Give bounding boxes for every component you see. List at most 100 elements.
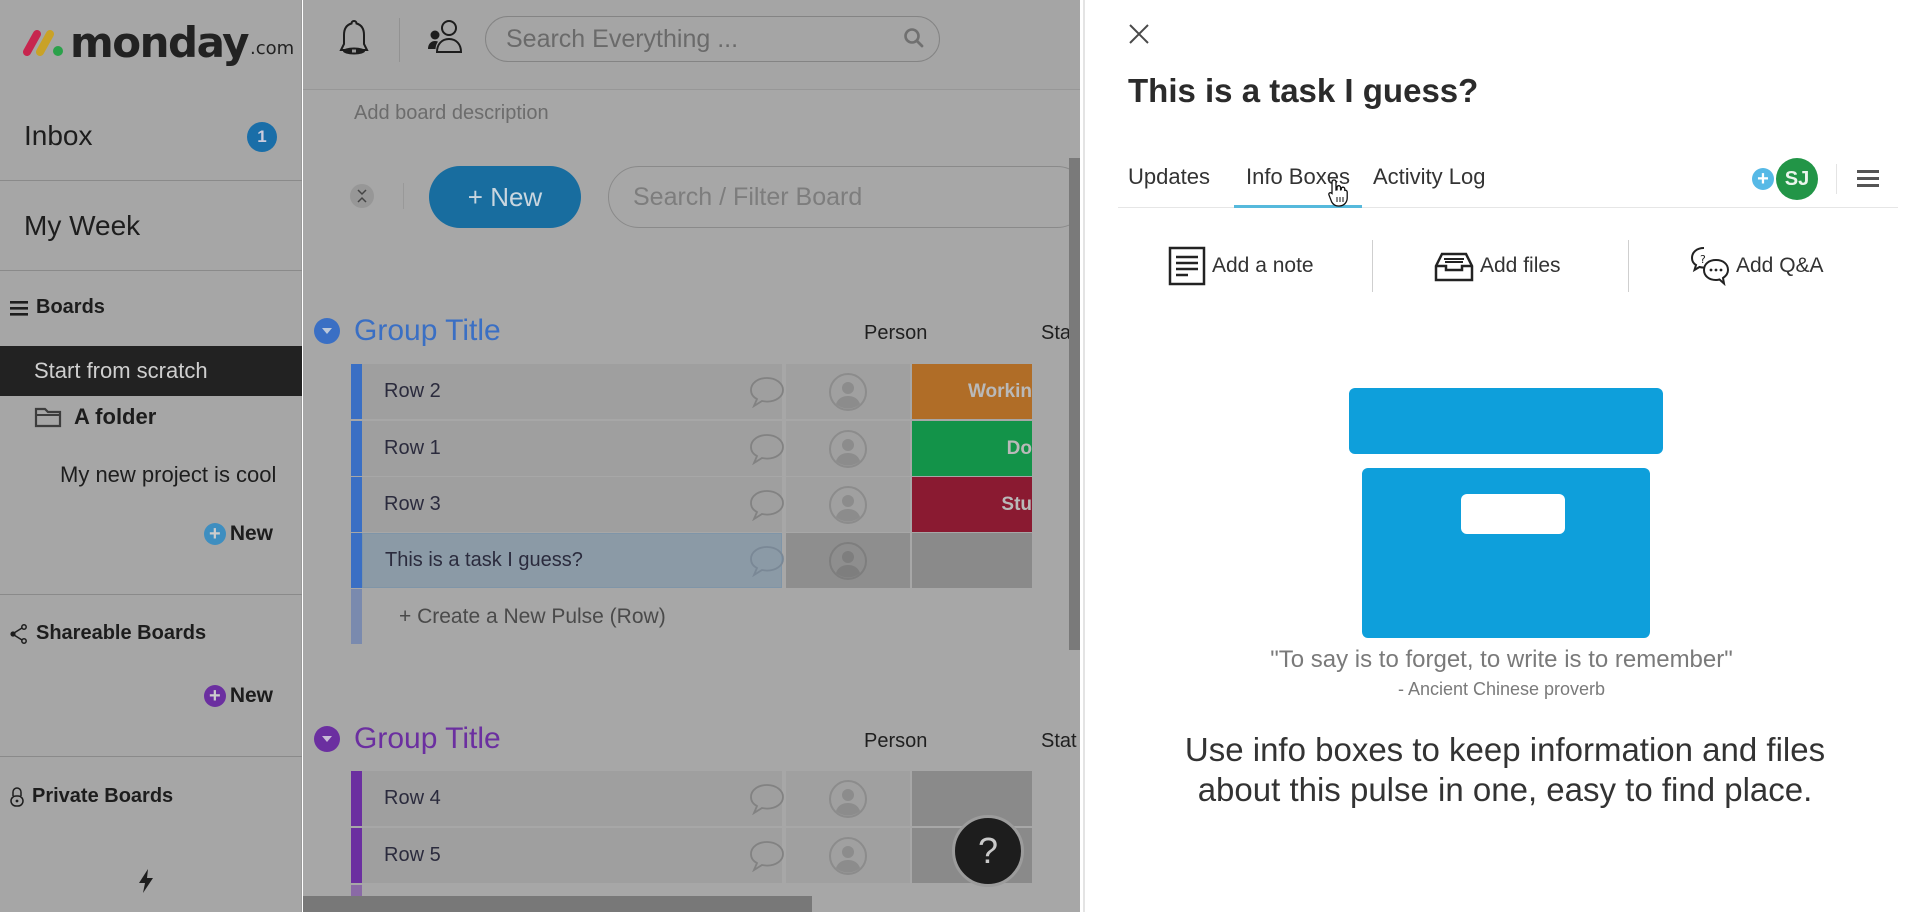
start-from-scratch-button[interactable]: Start from scratch <box>0 346 302 396</box>
row-color-bar <box>351 828 362 883</box>
inbox-label: Inbox <box>24 120 93 151</box>
row-name-cell[interactable]: Row 4 <box>362 771 782 826</box>
status-cell[interactable]: Do <box>912 421 1032 476</box>
collapse-groups-button[interactable] <box>350 184 374 208</box>
close-icon[interactable] <box>1127 22 1151 51</box>
sidebar-board-link[interactable]: My new project is cool <box>60 462 276 488</box>
row-name-cell[interactable]: Row 2 <box>362 364 782 419</box>
person-cell[interactable] <box>786 533 910 588</box>
logo-wordmark: monday <box>70 17 250 67</box>
filter-board-placeholder: Search / Filter Board <box>633 182 863 211</box>
panel-header-divider <box>1836 164 1837 194</box>
row-name-cell[interactable]: Row 1 <box>362 421 782 476</box>
group-title[interactable]: Group Title <box>354 722 501 756</box>
table-row[interactable]: Row 1 Do <box>351 421 1080 476</box>
search-everything-input[interactable]: Search Everything ... <box>485 16 940 62</box>
person-cell[interactable] <box>786 828 910 883</box>
private-boards-header[interactable]: Private Boards <box>10 785 173 808</box>
person-cell[interactable] <box>786 364 910 419</box>
add-files-button[interactable]: Add files <box>1434 238 1561 294</box>
chat-bubble-icon[interactable] <box>749 783 785 820</box>
filter-board-input[interactable]: Search / Filter Board <box>608 166 1080 228</box>
row-name-cell[interactable]: This is a task I guess? <box>362 533 782 588</box>
hamburger-menu-icon[interactable] <box>1857 168 1879 193</box>
sidebar-folder[interactable]: A folder <box>34 404 156 430</box>
plus-circle-icon: + <box>203 523 226 545</box>
chat-bubble-icon[interactable] <box>749 489 785 526</box>
quote-attribution: - Ancient Chinese proverb <box>1397 679 1606 699</box>
create-pulse-row[interactable]: + Create a New Pulse (Row) <box>351 589 931 644</box>
archive-box-illustration <box>1343 388 1663 643</box>
row-name-cell[interactable]: Row 3 <box>362 477 782 532</box>
row-name: Row 3 <box>384 493 441 515</box>
row-color-bar <box>351 364 362 419</box>
column-header-person[interactable]: Person <box>864 730 927 753</box>
search-icon[interactable] <box>903 27 925 56</box>
subscriber-avatar[interactable]: SJ <box>1776 158 1818 200</box>
horizontal-scrollbar[interactable] <box>303 896 812 912</box>
help-button[interactable]: ? <box>952 815 1024 887</box>
action-divider <box>1628 240 1629 292</box>
vertical-scrollbar[interactable] <box>1069 158 1080 650</box>
group-collapse-caret-icon[interactable] <box>314 318 340 344</box>
sidebar-divider <box>0 594 302 595</box>
status-cell[interactable] <box>912 533 1032 588</box>
top-bar: Search Everything ... <box>303 0 1080 90</box>
row-color-bar <box>351 477 362 532</box>
add-note-button[interactable]: Add a note <box>1168 238 1314 294</box>
person-cell[interactable] <box>786 421 910 476</box>
row-name-cell[interactable]: Row 5 <box>362 828 782 883</box>
board-description-input[interactable]: Add board description <box>354 102 549 125</box>
sidebar-item-my-week[interactable]: My Week <box>0 182 302 271</box>
group-title[interactable]: Group Title <box>354 314 501 348</box>
row-name: Row 1 <box>384 437 441 459</box>
monday-logo[interactable]: monday .com <box>22 17 295 67</box>
logo-suffix: .com <box>250 37 295 59</box>
shareable-boards-header[interactable]: Shareable Boards <box>10 622 206 645</box>
status-cell[interactable]: Workin <box>912 364 1032 419</box>
people-icon[interactable] <box>425 18 465 63</box>
chat-bubble-icon[interactable] <box>749 376 785 413</box>
private-boards-label: Private Boards <box>32 785 174 807</box>
info-boxes-description: Use info boxes to keep information and f… <box>1184 731 1826 808</box>
new-shareable-board-button[interactable]: + New <box>203 684 273 708</box>
new-board-button[interactable]: + New <box>203 522 273 546</box>
table-row-selected[interactable]: This is a task I guess? <box>351 533 1080 588</box>
sidebar-item-inbox[interactable]: Inbox 1 <box>0 92 302 181</box>
person-avatar-icon <box>829 836 867 875</box>
row-color-bar <box>351 589 362 644</box>
add-subscriber-button[interactable]: + <box>1752 168 1774 190</box>
logo-mark-icon <box>23 30 63 56</box>
group-header: Group Title Person Stat <box>314 722 1077 756</box>
add-files-label: Add files <box>1480 254 1561 277</box>
table-row[interactable]: Row 2 Workin <box>351 364 1080 419</box>
column-header-status[interactable]: Stat <box>1041 730 1077 753</box>
table-row[interactable]: Row 4 <box>351 771 1080 826</box>
person-cell[interactable] <box>786 771 910 826</box>
app-root: monday .com Inbox 1 My Week Boards Start… <box>0 0 1920 912</box>
bell-icon[interactable] <box>337 18 371 63</box>
status-cell[interactable]: Stu <box>912 477 1032 532</box>
person-cell[interactable] <box>786 477 910 532</box>
pulse-title[interactable]: This is a task I guess? <box>1128 72 1478 110</box>
qa-bubbles-icon: ? <box>1690 246 1730 286</box>
lightning-icon[interactable] <box>136 868 156 899</box>
boards-section-header[interactable]: Boards <box>10 296 105 319</box>
inbox-count-badge: 1 <box>247 122 277 152</box>
share-icon <box>10 623 28 644</box>
new-shareable-label: New <box>229 684 273 707</box>
start-from-scratch-label: Start from scratch <box>34 358 208 383</box>
add-qa-button[interactable]: ? Add Q&A <box>1690 238 1824 294</box>
chat-bubble-icon[interactable] <box>749 545 785 582</box>
tab-activity-log[interactable]: Activity Log <box>1373 160 1486 208</box>
sidebar-divider <box>0 756 302 757</box>
group-collapse-caret-icon[interactable] <box>314 726 340 752</box>
chat-bubble-icon[interactable] <box>749 433 785 470</box>
table-row[interactable]: Row 3 Stu <box>351 477 1080 532</box>
new-item-button[interactable]: + New <box>429 166 581 228</box>
column-header-person[interactable]: Person <box>864 322 927 345</box>
chat-bubble-icon[interactable] <box>749 840 785 877</box>
lock-icon <box>10 786 24 807</box>
shareable-boards-label: Shareable Boards <box>36 622 207 644</box>
tab-updates[interactable]: Updates <box>1128 160 1210 208</box>
